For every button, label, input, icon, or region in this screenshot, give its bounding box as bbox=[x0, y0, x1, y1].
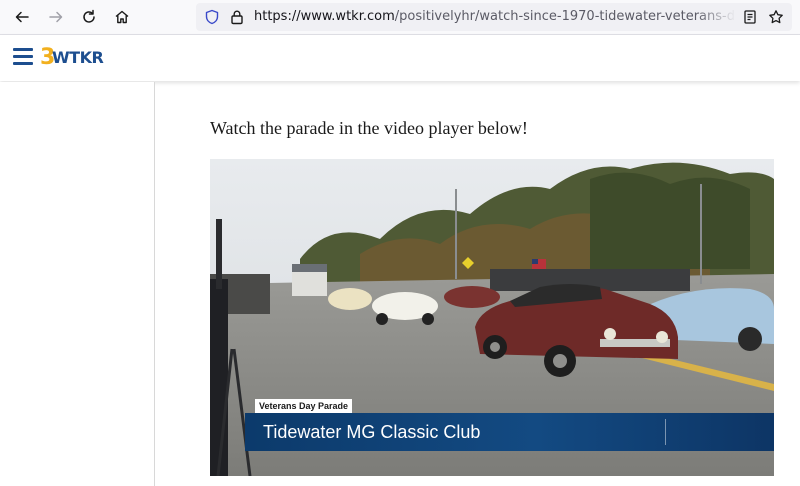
lock-icon bbox=[231, 10, 243, 25]
video-player[interactable]: Veterans Day Parade Tidewater MG Classic… bbox=[210, 159, 774, 476]
back-button[interactable] bbox=[10, 5, 34, 29]
lower-third-divider bbox=[665, 419, 666, 445]
video-headline: Tidewater MG Classic Club bbox=[263, 422, 481, 442]
home-button[interactable] bbox=[110, 5, 134, 29]
forward-arrow-icon bbox=[49, 11, 63, 23]
menu-icon[interactable] bbox=[13, 48, 33, 66]
reader-view-icon[interactable] bbox=[742, 9, 758, 25]
bookmark-star-icon[interactable] bbox=[768, 9, 784, 25]
reload-icon bbox=[83, 9, 95, 23]
forward-button[interactable] bbox=[44, 5, 68, 29]
reload-button[interactable] bbox=[77, 5, 101, 29]
video-lower-third: Tidewater MG Classic Club bbox=[245, 413, 774, 451]
address-bar[interactable]: https://www.wtkr.com/positivelyhr/watch-… bbox=[196, 3, 792, 31]
back-arrow-icon bbox=[15, 11, 29, 23]
site-logo[interactable]: 3 WTKR bbox=[40, 46, 120, 70]
video-tag-label: Veterans Day Parade bbox=[255, 399, 353, 413]
left-sidebar bbox=[0, 82, 155, 486]
browser-toolbar: https://www.wtkr.com/positivelyhr/watch-… bbox=[0, 0, 800, 35]
shield-icon bbox=[205, 9, 219, 25]
url-path: /positivelyhr/watch-since-1970-tidewater… bbox=[394, 9, 734, 24]
site-header: 3 WTKR bbox=[0, 35, 800, 81]
url-text: https://www.wtkr.com/positivelyhr/watch-… bbox=[254, 9, 734, 24]
article-intro-text: Watch the parade in the video player bel… bbox=[210, 118, 528, 138]
url-host: https://www.wtkr.com bbox=[254, 9, 395, 24]
logo-word: WTKR bbox=[52, 48, 104, 67]
url-fade bbox=[696, 3, 736, 31]
home-icon bbox=[115, 10, 129, 24]
